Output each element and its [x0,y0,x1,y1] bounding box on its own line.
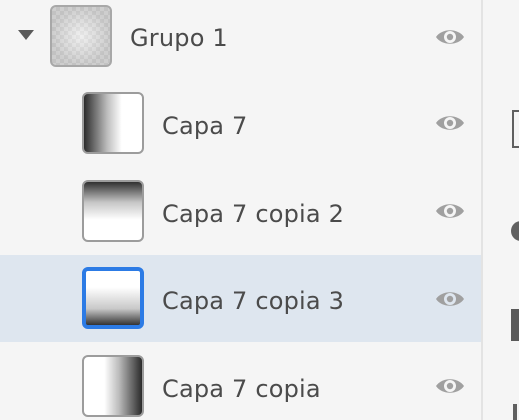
group-thumbnail [50,5,112,67]
layer-name: Capa 7 copia 2 [162,200,345,228]
group-name: Grupo 1 [130,24,228,52]
layer-name: Capa 7 copia 3 [162,287,345,315]
eye-icon[interactable] [434,200,466,222]
layer-thumbnail [82,92,144,154]
layer-row-selected[interactable]: Capa 7 copia 3 [0,255,481,342]
expand-triangle-icon[interactable] [18,30,34,40]
layer-thumbnail [82,267,144,329]
eye-icon[interactable] [434,375,466,397]
layer-group-row[interactable]: Grupo 1 [0,0,481,78]
frame-tool-icon[interactable] [512,110,519,148]
layer-thumbnail [82,355,144,417]
layer-name: Capa 7 [162,112,248,140]
layer-name: Capa 7 copia [162,375,321,403]
line-tool-icon[interactable] [513,404,517,420]
bar-tool-icon[interactable] [511,309,519,341]
side-toolbar [483,0,519,420]
layer-row[interactable]: Capa 7 [0,88,481,158]
eye-icon[interactable] [434,288,466,310]
eye-icon[interactable] [434,26,466,48]
eye-icon[interactable] [434,112,466,134]
layer-row[interactable]: Capa 7 copia 2 [0,176,481,246]
layer-row[interactable]: Capa 7 copia [0,351,481,420]
layers-panel: Grupo 1 Capa 7 Capa 7 copia 2 Capa 7 cop… [0,0,481,420]
layer-thumbnail [82,180,144,242]
